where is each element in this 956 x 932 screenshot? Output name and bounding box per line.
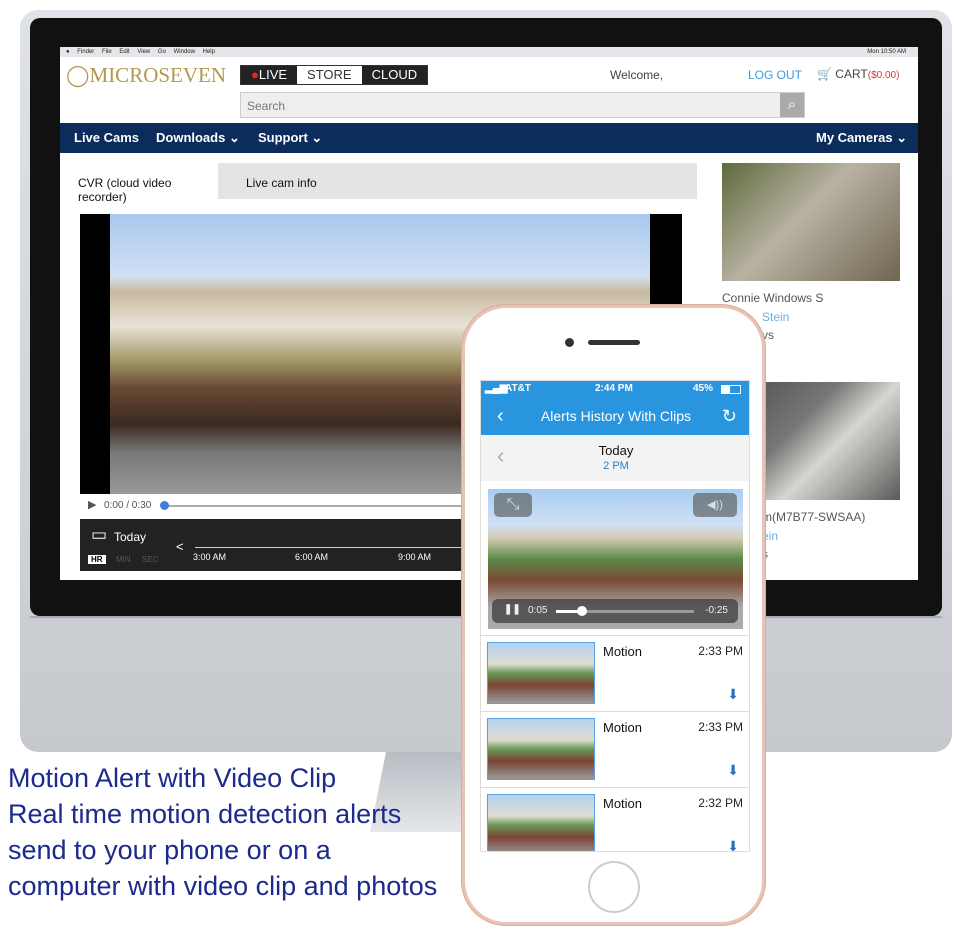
status-bar: ▂▄▆ AT&T 2:44 PM 45% bbox=[481, 381, 749, 397]
alert-thumbnail bbox=[487, 718, 595, 780]
live-dot-icon: ● bbox=[251, 67, 259, 82]
fullscreen-icon[interactable]: ⤡ bbox=[494, 493, 532, 517]
menubar-clock: Mon 10:50 AM bbox=[867, 49, 906, 55]
alert-thumbnail bbox=[487, 642, 595, 704]
live-button[interactable]: ●LIVE bbox=[241, 66, 298, 84]
remaining-time: -0:25 bbox=[705, 605, 728, 616]
cloud-button[interactable]: CLOUD bbox=[361, 66, 428, 84]
tick-label: 6:00 AM bbox=[295, 552, 329, 562]
tick-label: 9:00 AM bbox=[398, 552, 432, 562]
screen-title: Alerts History With Clips bbox=[540, 408, 692, 424]
cart-icon: 🛒 bbox=[817, 67, 832, 81]
tab-cvr[interactable]: CVR (cloud video recorder) bbox=[66, 163, 218, 204]
pause-icon[interactable]: ❚❚ bbox=[504, 604, 521, 615]
clip-seek-handle[interactable] bbox=[577, 606, 587, 616]
refresh-icon[interactable]: ↻ bbox=[722, 397, 737, 435]
carrier: AT&T bbox=[505, 383, 531, 394]
clip-controls: ❚❚ 0:05 -0:25 bbox=[492, 599, 738, 623]
logout-link[interactable]: LOG OUT bbox=[748, 68, 802, 82]
welcome-text: Welcome, bbox=[610, 68, 664, 82]
unit-sec[interactable]: SEC bbox=[142, 555, 158, 564]
logo[interactable]: ◯MICROSEVEN bbox=[66, 63, 226, 88]
clip-player[interactable]: ⤡ ◀)) ❚❚ 0:05 -0:25 bbox=[488, 489, 743, 629]
seek-handle[interactable] bbox=[160, 501, 169, 510]
menu-help[interactable]: Help bbox=[203, 49, 215, 55]
menu-edit[interactable]: Edit bbox=[119, 49, 129, 55]
battery-icon bbox=[721, 385, 741, 394]
unit-min[interactable]: MIN bbox=[116, 555, 131, 564]
camera-thumbnail[interactable] bbox=[722, 163, 900, 281]
cart-amount: ($0.00) bbox=[867, 70, 900, 81]
apple-icon[interactable]: ● bbox=[66, 49, 70, 55]
nav-header: ‹ Alerts History With Clips ↻ bbox=[481, 397, 749, 435]
menu-finder[interactable]: Finder bbox=[77, 49, 94, 55]
caption-line: send to your phone or on a bbox=[8, 835, 331, 865]
alert-type: Motion bbox=[603, 796, 643, 811]
status-time: 2:44 PM bbox=[595, 383, 633, 394]
download-icon[interactable]: ⬇ bbox=[727, 838, 739, 851]
live-label: LIVE bbox=[258, 67, 288, 82]
tab-live-cam-info[interactable]: Live cam info bbox=[246, 176, 317, 190]
search-icon[interactable]: ⌕ bbox=[780, 93, 804, 117]
tab-bar: CVR (cloud video recorder) Live cam info bbox=[66, 163, 697, 204]
alert-thumbnail bbox=[487, 794, 595, 851]
elapsed-time: 0:05 bbox=[528, 605, 548, 616]
volume-icon[interactable]: ◀)) bbox=[693, 493, 737, 517]
front-camera bbox=[565, 338, 574, 347]
caption: Motion Alert with Video Clip Real time m… bbox=[8, 760, 437, 904]
alert-time: 2:32 PM bbox=[698, 796, 743, 810]
camera-name: Connie Windows S bbox=[722, 291, 824, 305]
alert-item[interactable]: Motion 2:33 PM ⬇ bbox=[481, 635, 749, 711]
alert-time: 2:33 PM bbox=[698, 720, 743, 734]
player-time: 0:00 / 0:30 bbox=[104, 500, 152, 511]
prev-day-icon[interactable]: ‹ bbox=[497, 443, 504, 469]
home-button[interactable] bbox=[588, 861, 640, 913]
mac-menubar: ● Finder File Edit View Go Window Help M… bbox=[60, 47, 918, 57]
phone-speaker bbox=[588, 340, 640, 345]
top-nav: ●LIVE STORE CLOUD bbox=[240, 65, 429, 85]
timeline-prev-icon[interactable]: < bbox=[176, 539, 184, 554]
download-icon[interactable]: ⬇ bbox=[727, 686, 739, 703]
caption-line: computer with video clip and photos bbox=[8, 871, 438, 901]
nav-support[interactable]: Support ⌄ bbox=[258, 130, 322, 146]
nav-live-cams[interactable]: Live Cams bbox=[74, 130, 139, 145]
alert-type: Motion bbox=[603, 644, 643, 659]
search-input[interactable]: Search bbox=[240, 92, 805, 118]
date-header: ‹ Today 2 PM bbox=[481, 435, 749, 481]
store-button[interactable]: STORE bbox=[297, 66, 362, 84]
menu-go[interactable]: Go bbox=[158, 49, 166, 55]
calendar-icon[interactable]: ▭ bbox=[91, 525, 107, 545]
timeline-day[interactable]: Today bbox=[114, 530, 146, 544]
alert-time: 2:33 PM bbox=[698, 644, 743, 658]
download-icon[interactable]: ⬇ bbox=[727, 762, 739, 779]
back-icon[interactable]: ‹ bbox=[497, 397, 504, 435]
alert-item[interactable]: Motion 2:33 PM ⬇ bbox=[481, 711, 749, 787]
nav-downloads[interactable]: Downloads ⌄ bbox=[156, 130, 240, 146]
menu-view[interactable]: View bbox=[137, 49, 150, 55]
menu-file[interactable]: File bbox=[102, 49, 112, 55]
main-nav: Live Cams Downloads ⌄ Support ⌄ My Camer… bbox=[60, 123, 918, 153]
menu-window[interactable]: Window bbox=[174, 49, 195, 55]
cart-link[interactable]: 🛒 CART($0.00) bbox=[817, 67, 899, 81]
caption-line: Real time motion detection alerts bbox=[8, 799, 402, 829]
date-label: Today bbox=[598, 443, 634, 458]
hour-label: 2 PM bbox=[603, 460, 629, 472]
phone: ▂▄▆ AT&T 2:44 PM 45% ‹ Alerts History Wi… bbox=[462, 305, 765, 925]
tick-label: 3:00 AM bbox=[193, 552, 227, 562]
logo-text: MICROSEVEN bbox=[89, 63, 227, 87]
phone-screen: ▂▄▆ AT&T 2:44 PM 45% ‹ Alerts History Wi… bbox=[480, 380, 750, 852]
unit-hr[interactable]: HR bbox=[88, 555, 106, 564]
alert-type: Motion bbox=[603, 720, 643, 735]
nav-my-cameras[interactable]: My Cameras ⌄ bbox=[816, 130, 907, 146]
alert-item[interactable]: Motion 2:32 PM ⬇ bbox=[481, 787, 749, 851]
battery-percent: 45% bbox=[693, 383, 714, 394]
play-icon[interactable]: ▶ bbox=[88, 498, 96, 511]
cart-label: CART bbox=[835, 67, 868, 81]
caption-line: Motion Alert with Video Clip bbox=[8, 763, 337, 793]
